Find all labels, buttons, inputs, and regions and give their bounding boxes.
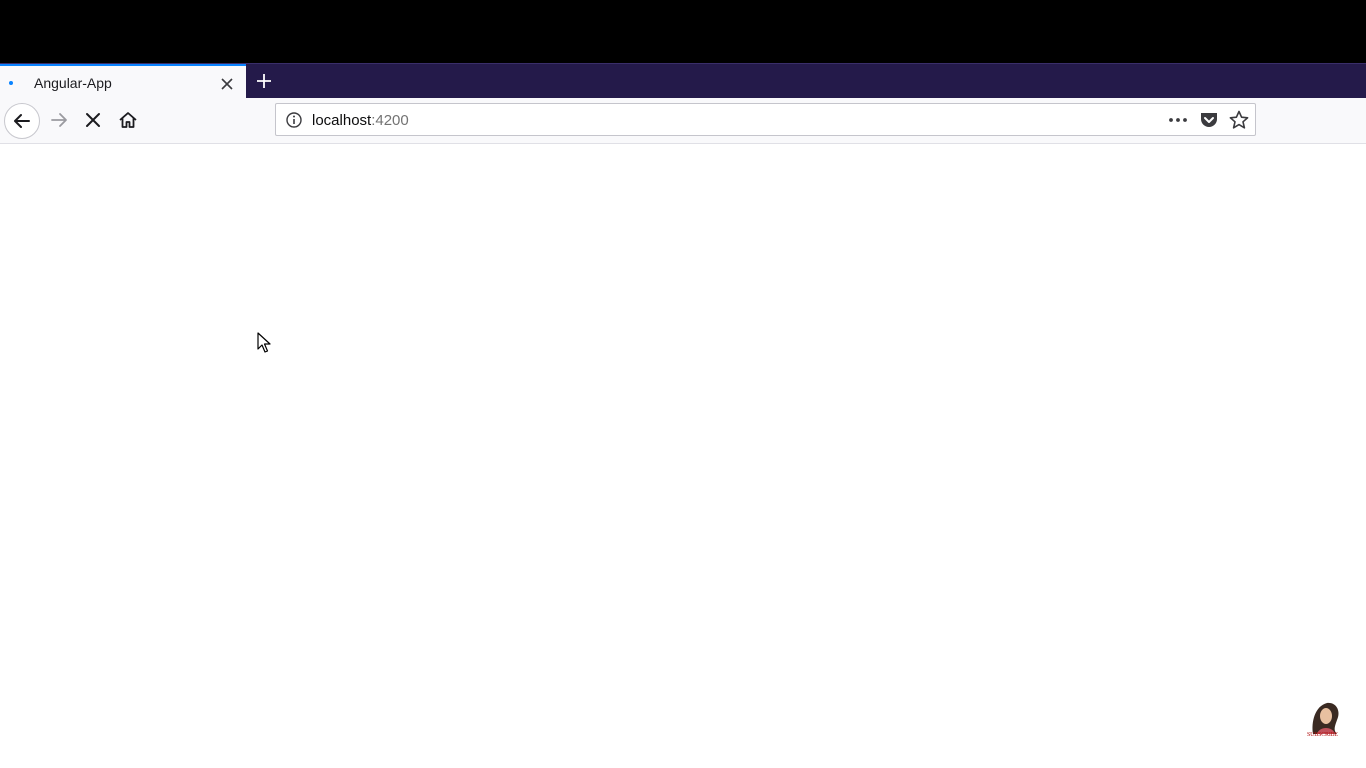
star-icon[interactable]: [1228, 109, 1250, 131]
stop-icon: [86, 113, 100, 127]
pocket-icon[interactable]: [1198, 110, 1220, 130]
url-bar[interactable]: localhost:4200: [275, 103, 1256, 136]
home-icon: [119, 112, 137, 128]
page-content: [0, 144, 1366, 768]
url-host: localhost: [312, 112, 372, 129]
mouse-pointer-icon: [257, 332, 273, 359]
back-arrow-icon: [14, 114, 30, 128]
tab-angular-app[interactable]: Angular-App: [0, 64, 246, 99]
forward-arrow-icon: [51, 113, 67, 127]
avatar: [1312, 702, 1339, 734]
url-port: :4200: [371, 112, 409, 129]
close-icon[interactable]: [216, 73, 238, 95]
info-icon[interactable]: [285, 111, 303, 129]
more-icon[interactable]: [1166, 110, 1190, 130]
stop-button[interactable]: [79, 106, 107, 134]
tab-title: Angular-App: [34, 75, 112, 91]
subscribe-watermark[interactable]: SUBSCRIBE: [1303, 700, 1347, 744]
loading-dot-icon: [9, 81, 13, 85]
back-button[interactable]: [4, 103, 40, 139]
plus-icon: [257, 74, 271, 88]
screen-letterbox: [0, 0, 1366, 63]
home-button[interactable]: [114, 106, 142, 134]
subscribe-text: SUBSCRIBE: [1307, 732, 1338, 738]
tab-strip: Angular-App: [0, 63, 1366, 99]
navigation-toolbar: localhost:4200: [0, 98, 1366, 144]
new-tab-button[interactable]: [252, 69, 276, 93]
forward-button[interactable]: [45, 106, 73, 134]
url-text[interactable]: localhost:4200: [312, 112, 409, 129]
